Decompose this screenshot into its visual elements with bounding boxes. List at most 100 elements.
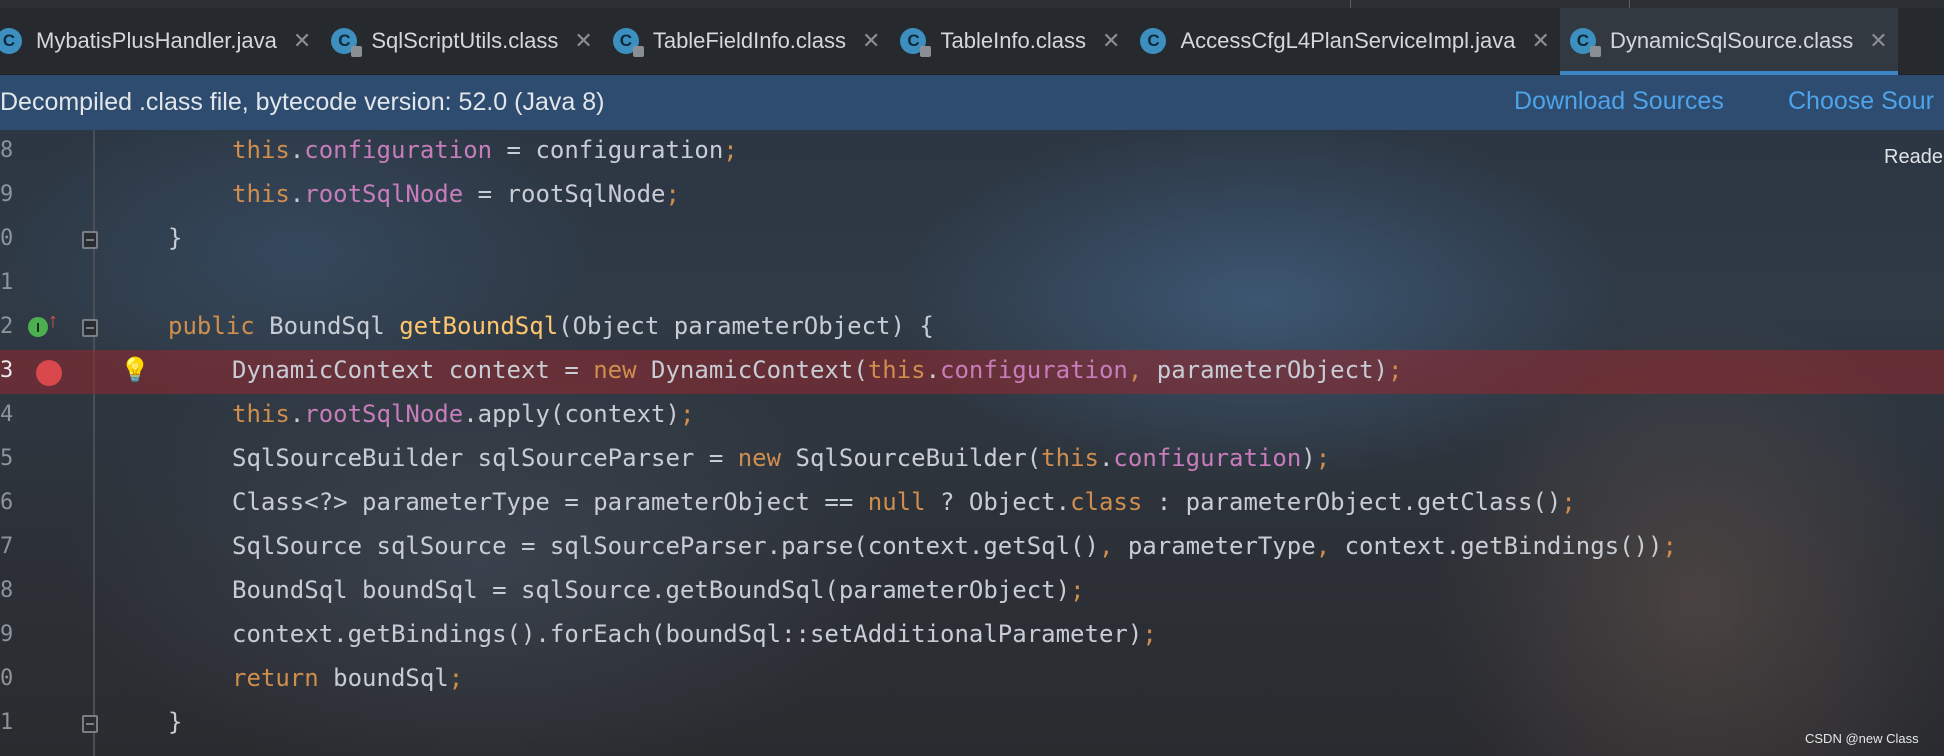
code-token: : parameterObject.getClass() xyxy=(1142,488,1562,516)
code-token: . xyxy=(925,356,941,384)
code-line[interactable]: 8 this.configuration = configuration; xyxy=(0,130,1944,174)
code-line[interactable]: 2 I ↑ public BoundSql getBoundSql(Object pa… xyxy=(0,306,1944,350)
implements-method-icon[interactable]: I xyxy=(28,317,48,337)
code-line[interactable]: 4 this.rootSqlNode.apply(context); xyxy=(0,394,1944,438)
line-number[interactable]: 3 xyxy=(0,358,13,383)
code-text: } xyxy=(168,224,182,252)
line-number[interactable]: 0 xyxy=(0,226,13,251)
code-token: this xyxy=(232,180,290,208)
line-number[interactable]: 1 xyxy=(0,270,13,295)
fold-icon[interactable] xyxy=(82,715,98,733)
editor-tab[interactable]: C MybatisPlusHandler.java ✕ xyxy=(0,8,321,75)
code-token: configuration xyxy=(940,356,1128,384)
code-token: ; xyxy=(723,136,738,164)
code-token: configuration xyxy=(1113,444,1302,472)
close-icon[interactable]: ✕ xyxy=(1532,28,1550,54)
code-token: ; xyxy=(1315,444,1331,472)
code-token: . xyxy=(1098,444,1114,472)
code-line[interactable]: 5 SqlSourceBuilder sqlSourceParser = new … xyxy=(0,438,1944,482)
choose-sources-link[interactable]: Choose Sour xyxy=(1788,87,1934,116)
code-token: this xyxy=(232,136,290,164)
code-line[interactable]: 6 Class<?> parameterType = parameterObjec… xyxy=(0,482,1944,526)
close-icon[interactable]: ✕ xyxy=(862,28,880,54)
lightbulb-icon[interactable]: 💡 xyxy=(120,356,150,385)
code-token: = configuration xyxy=(492,136,724,164)
code-token: .apply(context) xyxy=(463,400,680,428)
download-sources-link[interactable]: Download Sources xyxy=(1514,87,1724,116)
code-token: , xyxy=(1127,356,1157,384)
code-line[interactable]: 9 this.rootSqlNode = rootSqlNode; xyxy=(0,174,1944,218)
code-text: this.rootSqlNode = rootSqlNode; xyxy=(232,180,680,208)
code-token: class xyxy=(1070,488,1143,516)
code-token: public xyxy=(168,312,270,340)
arrow-up-icon[interactable]: ↑ xyxy=(48,310,58,333)
code-token: new xyxy=(737,444,796,472)
tab-label: AccessCfgL4PlanServiceImpl.java xyxy=(1180,28,1516,53)
code-token: parameterObject) xyxy=(1156,356,1388,384)
editor-tab[interactable]: C TableInfo.class ✕ xyxy=(890,8,1130,75)
editor-tab[interactable]: C DynamicSqlSource.class ✕ xyxy=(1559,7,1898,75)
close-icon[interactable]: ✕ xyxy=(1869,28,1887,54)
code-token: this xyxy=(1041,444,1099,472)
editor-tab[interactable]: C AccessCfgL4PlanServiceImpl.java ✕ xyxy=(1130,8,1559,75)
code-token: ? Object. xyxy=(925,488,1071,516)
code-line[interactable]: 3 💡 DynamicContext context = new DynamicCo… xyxy=(0,350,1944,394)
code-text: DynamicContext context = new DynamicCont… xyxy=(232,356,1402,384)
editor-tab[interactable]: C TableFieldInfo.class ✕ xyxy=(603,8,891,75)
code-token: this xyxy=(867,356,926,384)
close-icon[interactable]: ✕ xyxy=(293,28,311,54)
line-number[interactable]: 9 xyxy=(0,622,13,647)
tab-label: TableFieldInfo.class xyxy=(652,28,847,53)
code-line[interactable]: 0} xyxy=(0,218,1944,262)
line-number[interactable]: 1 xyxy=(0,710,13,735)
line-number[interactable]: 6 xyxy=(0,490,13,515)
code-token: = rootSqlNode xyxy=(463,180,666,208)
line-number[interactable]: 4 xyxy=(0,402,13,427)
code-token: ; xyxy=(1561,488,1576,516)
code-line[interactable]: 0 return boundSql; xyxy=(0,658,1944,702)
code-token: BoundSql xyxy=(269,312,400,340)
code-token: . xyxy=(289,180,305,208)
code-token: SqlSource sqlSource = sqlSourceParser.pa… xyxy=(232,532,1099,560)
code-token: null xyxy=(867,488,926,516)
code-text: Class<?> parameterType = parameterObject… xyxy=(232,488,1576,516)
code-text: SqlSource sqlSource = sqlSourceParser.pa… xyxy=(232,532,1677,560)
code-line[interactable]: 1 xyxy=(0,262,1944,306)
line-number[interactable]: 9 xyxy=(0,182,13,207)
code-token: . xyxy=(289,400,305,428)
line-number[interactable]: 0 xyxy=(0,666,13,691)
code-text: this.rootSqlNode.apply(context); xyxy=(232,400,694,428)
code-token: } xyxy=(168,708,183,736)
line-number[interactable]: 5 xyxy=(0,446,13,471)
code-token: rootSqlNode xyxy=(304,180,464,208)
code-editor[interactable]: 8 this.configuration = configuration; 9 thi… xyxy=(0,130,1944,756)
code-text: BoundSql boundSql = sqlSource.getBoundSq… xyxy=(232,576,1085,604)
code-line[interactable]: 9 context.getBindings().forEach(boundSql:… xyxy=(0,614,1944,658)
decompiled-message: Decompiled .class file, bytecode version… xyxy=(0,88,605,116)
code-token: ) xyxy=(1301,444,1316,472)
line-number[interactable]: 8 xyxy=(0,138,13,163)
fold-icon[interactable] xyxy=(82,319,98,337)
code-line[interactable]: 1} xyxy=(0,702,1944,746)
editor-tab[interactable]: C SqlScriptUtils.class ✕ xyxy=(321,8,602,75)
code-text: return boundSql; xyxy=(232,664,463,692)
close-icon[interactable]: ✕ xyxy=(574,28,592,54)
code-token: ; xyxy=(1387,356,1403,384)
code-token: context.getBindings()) xyxy=(1344,532,1663,560)
line-number[interactable]: 7 xyxy=(0,534,13,559)
code-token: configuration xyxy=(304,136,493,164)
watermark: CSDN @new Class xyxy=(1805,731,1919,746)
code-line[interactable]: 8 BoundSql boundSql = sqlSource.getBoundS… xyxy=(0,570,1944,614)
code-token: BoundSql boundSql = sqlSource.getBoundSq… xyxy=(232,576,1071,604)
code-token: rootSqlNode xyxy=(304,400,464,428)
line-number[interactable]: 8 xyxy=(0,578,13,603)
line-number[interactable]: 2 xyxy=(0,314,13,339)
code-line[interactable]: 7 SqlSource sqlSource = sqlSourceParser.p… xyxy=(0,526,1944,570)
reader-mode-toggle[interactable]: Reade xyxy=(1884,146,1943,169)
fold-icon[interactable] xyxy=(82,231,98,249)
breakpoint-icon[interactable] xyxy=(36,360,62,386)
code-token: (Object parameterObject) { xyxy=(558,312,934,340)
close-icon[interactable]: ✕ xyxy=(1102,28,1120,54)
code-token: this xyxy=(232,400,290,428)
lock-icon xyxy=(920,46,932,57)
